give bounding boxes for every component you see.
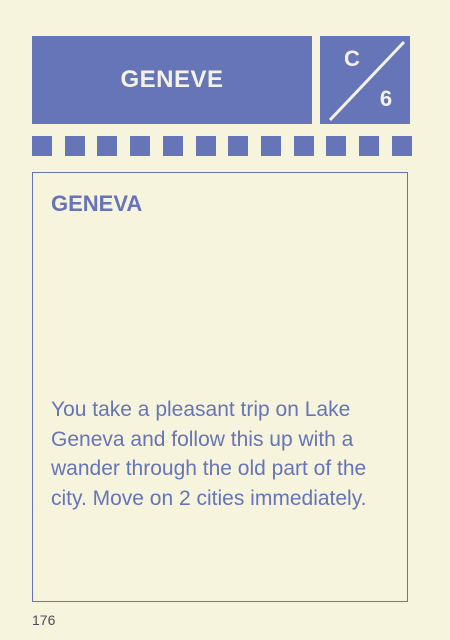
city-header-band: GENEVE — [32, 36, 312, 124]
film-square — [326, 136, 347, 156]
film-square — [64, 136, 85, 156]
content-body: You take a pleasant trip on Lake Geneva … — [51, 398, 367, 510]
film-square — [97, 136, 118, 156]
card-code-number: 6 — [379, 86, 393, 111]
film-square — [293, 136, 314, 156]
game-card: GENEVE C 6 GENEVA You take a pleasant tr… — [0, 0, 450, 640]
film-square — [32, 136, 52, 156]
content-box: GENEVA You take a pleasant trip on Lake … — [32, 172, 408, 602]
film-square — [391, 136, 412, 156]
card-code-box: C 6 — [320, 36, 410, 124]
film-square — [195, 136, 216, 156]
city-header-title: GENEVE — [120, 66, 224, 93]
card-code-letter: C — [344, 46, 360, 71]
film-square — [228, 136, 249, 156]
content-heading: GENEVA — [51, 191, 143, 216]
film-square — [130, 136, 151, 156]
film-strip — [32, 136, 412, 160]
film-square — [162, 136, 183, 156]
page-number: 176 — [32, 612, 56, 628]
film-square — [261, 136, 282, 156]
film-square — [359, 136, 380, 156]
